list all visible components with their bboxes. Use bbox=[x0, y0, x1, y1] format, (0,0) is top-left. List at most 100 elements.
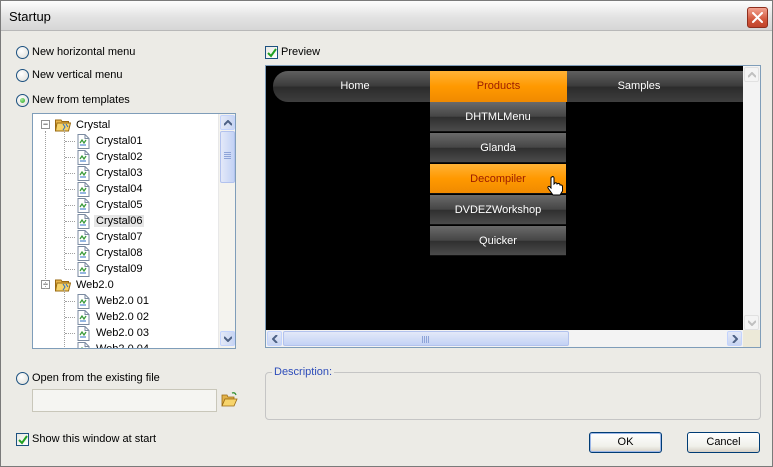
tree-line bbox=[65, 269, 75, 270]
tree-line bbox=[65, 141, 75, 142]
preview-scroll-down-button[interactable] bbox=[744, 315, 759, 330]
scroll-down-button[interactable] bbox=[220, 331, 235, 346]
menu-item-home[interactable]: Home bbox=[273, 71, 437, 102]
window-title: Startup bbox=[9, 9, 51, 24]
tree-item-label: Crystal04 bbox=[96, 183, 143, 195]
tree-item[interactable]: Web2.0 04 bbox=[77, 341, 151, 348]
tree-item[interactable]: Crystal07 bbox=[77, 229, 144, 245]
show-at-start-label: Show this window at start bbox=[32, 433, 157, 445]
new-vertical-radio[interactable] bbox=[16, 68, 29, 82]
tree-item-label: Crystal01 bbox=[96, 135, 143, 147]
tree-line bbox=[65, 205, 75, 206]
tree-item[interactable]: Crystal01 bbox=[77, 133, 144, 149]
tree-line bbox=[65, 189, 75, 190]
tree-item[interactable]: Crystal05 bbox=[77, 197, 144, 213]
tree-expander[interactable]: − bbox=[41, 120, 50, 129]
show-at-start-option[interactable]: Show this window at start bbox=[16, 431, 156, 447]
tree-item[interactable]: Crystal08 bbox=[77, 245, 144, 261]
template-file-icon bbox=[77, 149, 90, 165]
tree-line bbox=[65, 317, 75, 318]
tree-vertical-scrollbar[interactable] bbox=[218, 114, 235, 348]
tree-item-label: Web2.0 02 bbox=[96, 311, 150, 323]
menu-item-products[interactable]: Products bbox=[430, 71, 567, 102]
preview-menubar: Home Products Samples bbox=[273, 71, 756, 102]
submenu-item-dvdezworkshop[interactable]: DVDEZWorkshop bbox=[430, 195, 566, 225]
tree-item-label: Crystal06 bbox=[94, 215, 145, 227]
tree-item-label: Crystal05 bbox=[96, 199, 143, 211]
preview-scroll-up-button[interactable] bbox=[744, 67, 759, 82]
show-at-start-checkbox[interactable] bbox=[16, 432, 29, 446]
tree-item[interactable]: Crystal06 bbox=[77, 213, 145, 229]
browse-button[interactable] bbox=[221, 392, 238, 408]
file-path-input[interactable] bbox=[32, 389, 217, 412]
tree-item-label: Crystal02 bbox=[96, 151, 143, 163]
preview-vertical-scrollbar[interactable] bbox=[743, 66, 760, 331]
tree-line bbox=[65, 157, 75, 158]
new-horizontal-radio[interactable] bbox=[16, 45, 29, 59]
tree-item[interactable]: Crystal02 bbox=[77, 149, 144, 165]
description-group: Description: bbox=[265, 366, 761, 420]
scroll-up-button[interactable] bbox=[220, 115, 235, 130]
chevron-up-icon bbox=[748, 72, 756, 78]
template-file-icon bbox=[77, 229, 90, 245]
preview-pane: Home Products Samples DHTMLMenu Glanda D… bbox=[265, 65, 761, 348]
open-existing-radio[interactable] bbox=[16, 371, 29, 385]
new-templates-label: New from templates bbox=[32, 94, 130, 106]
new-templates-option[interactable]: New from templates bbox=[16, 92, 130, 108]
tree-item[interactable]: Crystal09 bbox=[77, 261, 144, 277]
template-file-icon bbox=[77, 293, 90, 309]
submenu-item-glanda[interactable]: Glanda bbox=[430, 133, 566, 163]
preview-scroll-left-button[interactable] bbox=[267, 331, 282, 346]
tree-content: − Crystal Crystal01 Crystal02 Crystal03 Cryst… bbox=[33, 114, 218, 348]
template-file-icon bbox=[77, 197, 90, 213]
preview-hscroll-thumb[interactable] bbox=[283, 331, 569, 346]
tree-item-label: Crystal08 bbox=[96, 247, 143, 259]
tree-item-label: Web2.0 03 bbox=[96, 327, 150, 339]
template-file-icon bbox=[77, 245, 90, 261]
template-file-icon bbox=[77, 341, 90, 348]
startup-dialog: Startup New horizontal menu New vertical… bbox=[0, 0, 773, 467]
tree-item[interactable]: Web2.0 02 bbox=[77, 309, 151, 325]
tree-line bbox=[65, 301, 75, 302]
preview-horizontal-scrollbar[interactable] bbox=[266, 330, 744, 347]
template-tree[interactable]: − Crystal Crystal01 Crystal02 Crystal03 Cryst… bbox=[32, 113, 236, 349]
tree-line bbox=[65, 221, 75, 222]
hand-cursor-icon bbox=[547, 176, 563, 196]
tree-item[interactable]: Crystal03 bbox=[77, 165, 144, 181]
template-file-icon bbox=[77, 213, 90, 229]
chevron-down-icon bbox=[224, 336, 232, 342]
new-vertical-label: New vertical menu bbox=[32, 69, 123, 81]
new-horizontal-label: New horizontal menu bbox=[32, 46, 136, 58]
preview-checkbox[interactable] bbox=[265, 45, 278, 59]
submenu-item-quicker[interactable]: Quicker bbox=[430, 226, 566, 256]
close-button[interactable] bbox=[747, 7, 768, 28]
scroll-thumb[interactable] bbox=[220, 131, 235, 183]
title-bar: Startup bbox=[1, 1, 772, 31]
new-templates-radio[interactable] bbox=[16, 93, 29, 107]
preview-option[interactable]: Preview bbox=[265, 44, 320, 60]
open-existing-option[interactable]: Open from the existing file bbox=[16, 370, 160, 386]
template-file-icon bbox=[77, 133, 90, 149]
tree-item[interactable]: Crystal04 bbox=[77, 181, 144, 197]
submenu-item-dhtmlmenu[interactable]: DHTMLMenu bbox=[430, 102, 566, 132]
chevron-up-icon bbox=[224, 120, 232, 126]
tree-line bbox=[65, 333, 75, 334]
folder-icon bbox=[54, 278, 72, 292]
open-existing-label: Open from the existing file bbox=[32, 372, 160, 384]
chevron-down-icon bbox=[748, 320, 756, 326]
tree-item-label: Crystal09 bbox=[96, 263, 143, 275]
new-horizontal-option[interactable]: New horizontal menu bbox=[16, 44, 135, 60]
ok-button[interactable]: OK bbox=[589, 432, 662, 453]
tree-item-label: Crystal03 bbox=[96, 167, 143, 179]
tree-item[interactable]: Web2.0 01 bbox=[77, 293, 151, 309]
menu-item-samples[interactable]: Samples bbox=[567, 71, 711, 102]
new-vertical-option[interactable]: New vertical menu bbox=[16, 67, 122, 83]
preview-scroll-right-button[interactable] bbox=[727, 331, 742, 346]
tree-item[interactable]: Web2.0 03 bbox=[77, 325, 151, 341]
cancel-button[interactable]: Cancel bbox=[687, 432, 760, 453]
tree-line bbox=[64, 290, 65, 348]
tree-line bbox=[65, 253, 75, 254]
scrollbar-corner bbox=[743, 330, 760, 347]
tree-group-label: Web2.0 bbox=[76, 279, 114, 291]
submenu-item-decompiler[interactable]: Decompiler bbox=[430, 164, 566, 194]
